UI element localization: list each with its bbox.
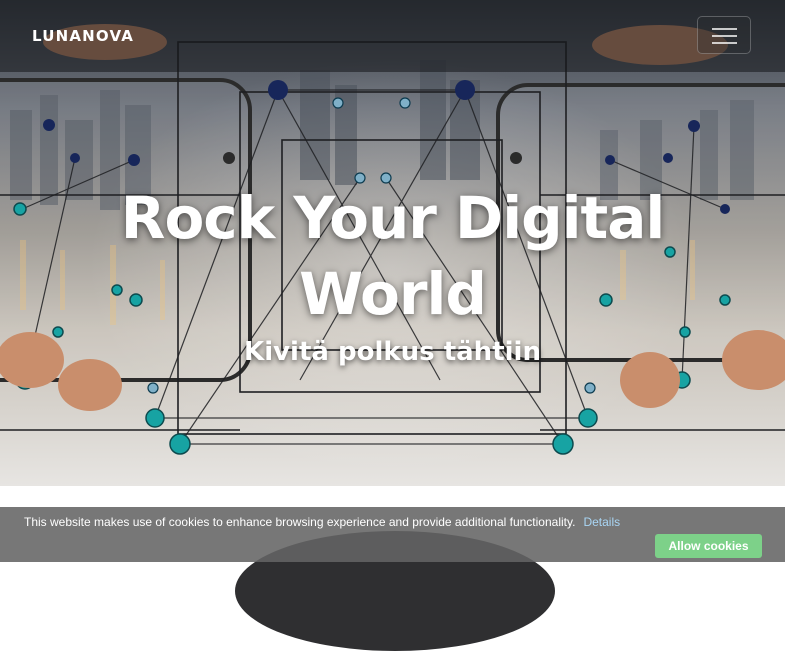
cookie-message: This website makes use of cookies to enh… — [24, 515, 576, 529]
cookie-details-link[interactable]: Details — [583, 515, 620, 529]
hamburger-menu-icon — [712, 28, 737, 30]
hero-title: Rock Your Digital World — [120, 184, 665, 328]
menu-toggle-button[interactable] — [697, 16, 751, 54]
cookie-banner: This website makes use of cookies to enh… — [0, 507, 785, 562]
hero-subtitle: Kivitä polkus tähtiin — [244, 337, 541, 367]
brand-logo[interactable]: LUNANOVA — [32, 27, 134, 45]
allow-cookies-button[interactable]: Allow cookies — [655, 534, 762, 558]
